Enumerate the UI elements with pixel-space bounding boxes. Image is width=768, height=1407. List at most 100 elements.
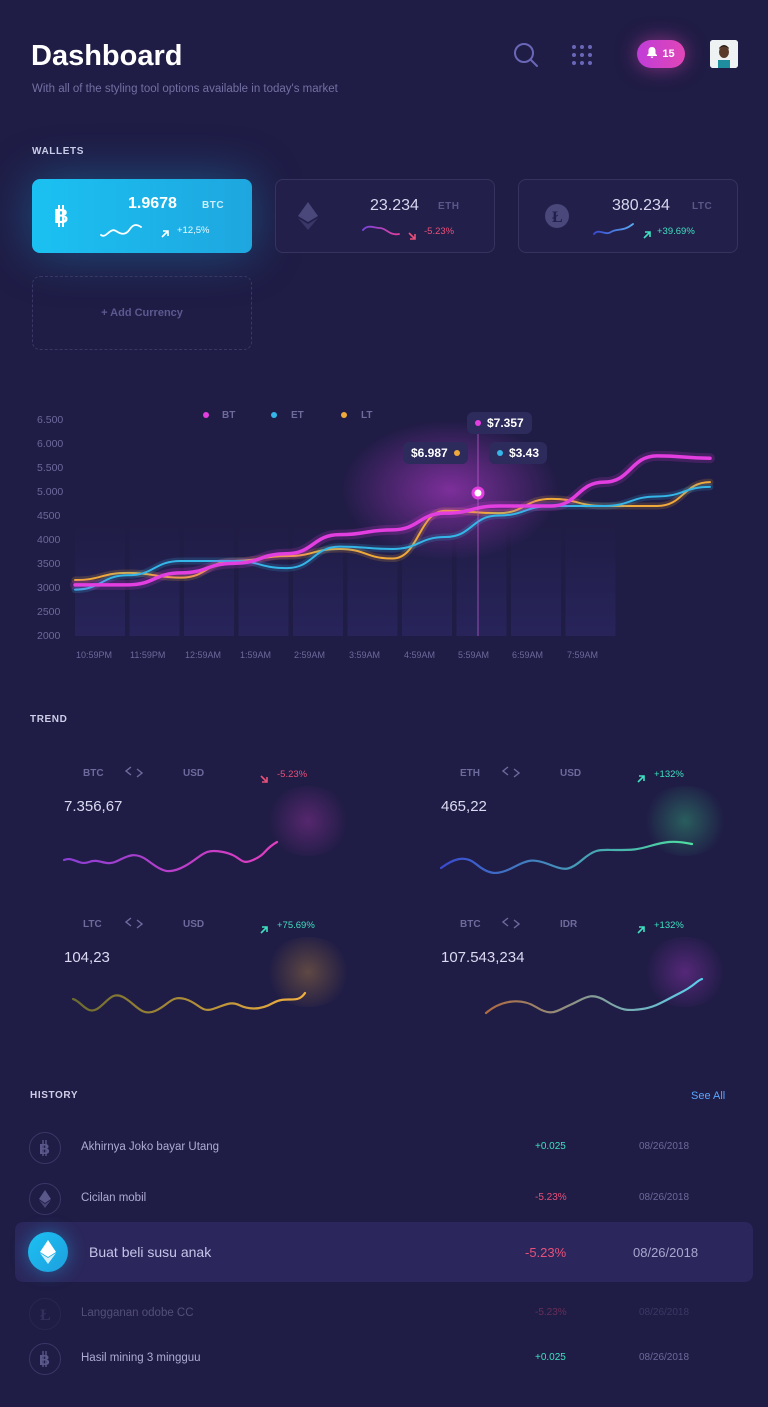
history-date: 08/26/2018 — [639, 1141, 690, 1152]
arrow-up-icon — [637, 770, 645, 788]
trend-change: +75.69% — [277, 920, 315, 931]
page-subtitle: With all of the styling tool options ava… — [32, 83, 338, 95]
add-currency-button[interactable]: + Add Currency — [32, 276, 252, 350]
wallet-code: BTC — [202, 200, 225, 211]
trend-card[interactable]: BTC USD -5.23% 7.356,67 — [63, 766, 353, 886]
tooltip-dot — [453, 450, 460, 456]
wallets-heading: WALLETS — [32, 146, 84, 157]
wallet-sparkline — [100, 224, 142, 237]
wallet-sparkline — [362, 225, 400, 236]
price-chart: 6.500 6.000 5.500 5.000 4500 4000 3500 3000 2500… — [0, 400, 768, 670]
tooltip-bt: $7.357 — [467, 412, 532, 434]
litecoin-icon: Ł — [29, 1298, 61, 1330]
y-tick-label: 3000 — [37, 582, 61, 594]
trend-value: 107.543,234 — [441, 949, 525, 966]
history-amount: +0.025 — [535, 1141, 566, 1152]
swap-arrows-icon[interactable] — [124, 766, 144, 781]
trend-from-code: LTC — [83, 919, 102, 930]
chart-canvas: 6.500 6.000 5.500 5.000 4500 4000 3500 3000 2500… — [37, 414, 715, 660]
arrow-up-icon — [637, 921, 645, 939]
history-amount: -5.23% — [535, 1307, 567, 1318]
x-tick-label: 6:59AM — [512, 650, 543, 660]
trend-card[interactable]: BTC IDR +132% 107.543,234 — [440, 917, 730, 1037]
ethereum-icon — [29, 1183, 61, 1215]
y-tick-label: 5.500 — [37, 462, 63, 474]
tooltip-dot — [475, 420, 481, 426]
x-tick-label: 3:59AM — [349, 650, 380, 660]
avatar[interactable] — [710, 40, 738, 68]
y-tick-label: 5.000 — [37, 486, 63, 498]
page-title: Dashboard — [31, 40, 183, 72]
svg-text:B: B — [39, 1352, 50, 1367]
search-icon[interactable] — [513, 42, 539, 68]
x-tick-label: 1:59AM — [240, 650, 271, 660]
tooltip-lt: $6.987 — [403, 442, 468, 464]
trend-to-code: USD — [560, 768, 582, 779]
trend-value: 104,23 — [64, 949, 110, 966]
history-row[interactable]: Ł Langganan odobe CC -5.23% 08/26/2018 — [0, 1296, 768, 1332]
history-date: 08/26/2018 — [639, 1352, 690, 1363]
trend-sparkline — [484, 977, 704, 1015]
history-row[interactable]: B Hasil mining 3 mingguu +0.025 08/26/20… — [0, 1341, 768, 1377]
tooltip-value: $6.987 — [411, 446, 448, 460]
trend-card[interactable]: ETH USD +132% 465,22 — [440, 766, 730, 886]
trend-change: +132% — [654, 920, 684, 931]
tooltip-value: $3.43 — [509, 446, 540, 460]
y-tick-label: 4000 — [37, 534, 61, 546]
wallet-card-eth[interactable]: 23.234 ETH -5.23% — [275, 179, 495, 253]
arrow-up-icon — [161, 225, 169, 243]
history-row[interactable]: B Akhirnya Joko bayar Utang +0.025 08/26… — [0, 1130, 768, 1166]
ethereum-icon — [28, 1232, 68, 1272]
crosshair-point[interactable] — [471, 486, 485, 500]
see-all-link[interactable]: See All — [691, 1090, 725, 1102]
wallet-card-ltc[interactable]: Ł 380.234 LTC +39.69% — [518, 179, 738, 253]
y-tick-label: 6.000 — [37, 438, 63, 450]
wallet-change: +12,5% — [177, 225, 210, 236]
y-tick-label: 3500 — [37, 558, 61, 570]
legend-label-et: ET — [291, 410, 304, 421]
arrow-down-icon — [260, 770, 268, 788]
ethereum-icon — [298, 202, 318, 235]
history-row[interactable]: Cicilan mobil -5.23% 08/26/2018 — [0, 1181, 768, 1217]
legend-dot-bt — [203, 412, 209, 418]
history-name: Cicilan mobil — [81, 1192, 147, 1204]
trend-value: 465,22 — [441, 798, 487, 815]
wallet-card-btc[interactable]: B 1.9678 BTC +12,5% — [32, 179, 252, 253]
legend-dot-lt — [341, 412, 347, 418]
y-tick-label: 4500 — [37, 510, 61, 522]
trend-heading: TREND — [30, 714, 68, 725]
y-tick-label: 6.500 — [37, 414, 63, 426]
trend-sparkline — [440, 840, 694, 874]
trend-from-code: ETH — [460, 768, 480, 779]
history-name: Akhirnya Joko bayar Utang — [81, 1141, 220, 1153]
wallet-amount: 23.234 — [370, 197, 419, 214]
notification-button[interactable]: 15 — [637, 40, 685, 68]
bitcoin-icon: B — [52, 205, 72, 232]
history-date: 08/26/2018 — [633, 1245, 699, 1260]
swap-arrows-icon[interactable] — [124, 917, 144, 932]
tooltip-value: $7.357 — [487, 416, 524, 430]
trend-from-code: BTC — [83, 768, 104, 779]
tooltip-dot — [497, 450, 503, 456]
x-tick-label: 2:59AM — [294, 650, 325, 660]
legend-dot-et — [271, 412, 277, 418]
wallet-amount: 380.234 — [612, 197, 670, 214]
history-amount: +0.025 — [535, 1352, 566, 1363]
x-tick-label: 11:59PM — [130, 650, 165, 660]
chart-column-band — [238, 520, 289, 636]
bitcoin-icon: B — [29, 1343, 61, 1375]
history-name: Buat beli susu anak — [89, 1244, 212, 1260]
history-row[interactable]: Buat beli susu anak -5.23% 08/26/2018 — [0, 1230, 768, 1276]
trend-to-code: USD — [183, 919, 205, 930]
tooltip-et: $3.43 — [489, 442, 548, 464]
arrow-down-icon — [408, 227, 416, 245]
swap-arrows-icon[interactable] — [501, 766, 521, 781]
swap-arrows-icon[interactable] — [501, 917, 521, 932]
trend-card[interactable]: LTC USD +75.69% 104,23 — [63, 917, 353, 1037]
arrow-up-icon — [643, 226, 651, 244]
x-tick-label: 5:59AM — [458, 650, 489, 660]
apps-grid-icon[interactable] — [571, 44, 593, 66]
wallet-code: ETH — [438, 201, 460, 212]
trend-to-code: IDR — [560, 919, 578, 930]
y-tick-label: 2000 — [37, 630, 61, 642]
